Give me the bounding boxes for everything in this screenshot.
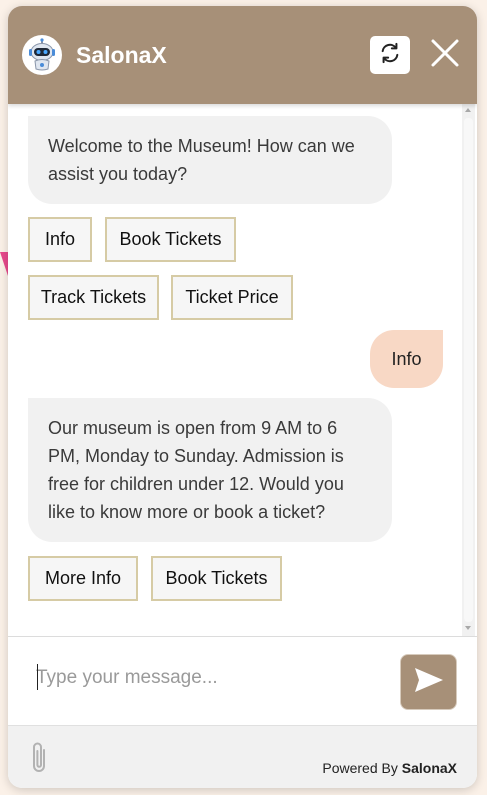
- refresh-button[interactable]: [370, 36, 410, 74]
- chat-header: SalonaX: [8, 6, 477, 104]
- powered-by: Powered By SalonaX: [322, 760, 457, 776]
- scroll-down-icon[interactable]: [465, 626, 471, 630]
- bot-message: Welcome to the Museum! How can we assist…: [28, 116, 392, 204]
- powered-by-label: Powered By: [322, 760, 398, 776]
- option-info-button[interactable]: Info: [28, 217, 92, 262]
- robot-icon: [22, 35, 62, 75]
- powered-by-brand[interactable]: SalonaX: [402, 760, 457, 776]
- message-input[interactable]: [36, 661, 376, 695]
- option-book-tickets-button[interactable]: Book Tickets: [105, 217, 236, 262]
- user-message: Info: [370, 330, 443, 388]
- chat-widget: SalonaX Welcome to the Museum! How can w…: [8, 6, 477, 788]
- chat-footer: Powered By SalonaX: [8, 725, 477, 788]
- option-ticket-price-button[interactable]: Ticket Price: [171, 275, 293, 320]
- send-icon: [414, 667, 444, 698]
- scroll-up-icon[interactable]: [465, 108, 471, 112]
- close-icon: [430, 38, 460, 73]
- option-track-tickets-button[interactable]: Track Tickets: [28, 275, 159, 320]
- bot-message: Our museum is open from 9 AM to 6 PM, Mo…: [28, 398, 392, 542]
- chat-title: SalonaX: [76, 41, 167, 68]
- option-more-info-button[interactable]: More Info: [28, 556, 138, 601]
- close-button[interactable]: [426, 36, 464, 74]
- option-book-tickets-button[interactable]: Book Tickets: [151, 556, 282, 601]
- message-list: Welcome to the Museum! How can we assist…: [8, 104, 477, 636]
- composer: [8, 636, 477, 725]
- paperclip-icon[interactable]: [28, 740, 52, 776]
- scrollbar-thumb[interactable]: [464, 118, 473, 622]
- send-button[interactable]: [400, 654, 457, 710]
- refresh-icon: [379, 42, 401, 69]
- message-scrollbar[interactable]: [462, 104, 475, 636]
- text-caret: [37, 664, 38, 690]
